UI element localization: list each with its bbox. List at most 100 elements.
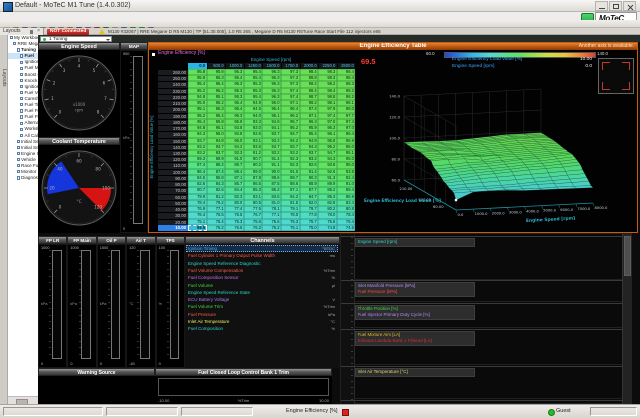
channel-row-engine-speed-reference-state[interactable]: Engine Speed Reference State [186, 289, 338, 296]
strip-channel-label-fuel-injector-primary-duty-cycle: Fuel Injector Primary Duty Cycle [%] [358, 312, 473, 318]
gauge-min-label-air-t: -40 [129, 362, 135, 366]
app-window: Default - MoTeC M1 Tune (1.4.0.302) File… [0, 0, 640, 418]
svg-text:8000.0: 8000.0 [595, 206, 609, 210]
cell-10-2000[interactable]: 75.0 [300, 225, 319, 231]
gauge-header-fp-main: FP Main [67, 236, 96, 244]
layouts-vertical-tab[interactable]: Layouts [1, 69, 7, 87]
gauge-bar-map[interactable] [133, 56, 142, 224]
cell-10-0[interactable]: 69.5 [188, 225, 207, 231]
tree-item-label: Worksheet [25, 126, 39, 131]
strip-channel-label-fuel-pressure-kpa: Fuel Pressure [kPa] [358, 289, 473, 295]
strip-labels-0: Engine Speed [rpm] [355, 238, 475, 247]
tree-item-label: All Calibrate [25, 133, 39, 138]
channel-name: Fuel Pressure [188, 311, 216, 318]
tree-item-label: Vehicle [21, 157, 36, 162]
gauge-bar-air-t[interactable] [140, 250, 150, 359]
tree-item-label: Fuel Film Primary [25, 108, 39, 113]
svg-text:rpm: rpm [75, 108, 83, 113]
graph-scrollbar-thumb[interactable] [624, 236, 631, 276]
gauge-bar-fp-main[interactable] [81, 250, 91, 359]
channel-row-fuel-composition-sensor[interactable]: Fuel Composition Sensor% [186, 274, 338, 281]
gauge-min-label-oil-p: 0 [100, 362, 102, 366]
strip-divider [341, 303, 623, 304]
gauge-max-label-map: 500 [123, 52, 129, 56]
channel-row-fuel-cylinder-1-primary-output-pulse-width[interactable]: Fuel Cylinder 1 Primary Output Pulse Wid… [186, 252, 338, 259]
strip-grid [354, 301, 622, 302]
gauge-unit-label-air-t: °C [129, 302, 133, 306]
gauge-header-tps: TPS [156, 236, 185, 244]
channels-panel-body: Ignition Timing°BTDCFuel Cylinder 1 Prim… [185, 244, 340, 368]
cell-10-1250[interactable]: 76.2 [244, 225, 263, 231]
workbook-status-icon [43, 38, 46, 41]
channel-row-fuel-volume[interactable]: Fuel Volumeµl [186, 282, 338, 289]
channel-row-fuel-composition[interactable]: Fuel Composition% [186, 325, 338, 332]
collapsed-panel-strip: Layouts [0, 35, 8, 404]
svg-text:3000.0: 3000.0 [509, 210, 523, 214]
tree-item-label: Boost Control [25, 72, 39, 77]
cell-10-500[interactable]: 76.2 [207, 225, 226, 231]
gauge-max-label-air-t: 120 [129, 246, 135, 250]
gauge-body-map: 5000kPa [120, 50, 148, 233]
tree-item-label: Fuel Mixture Aim [25, 65, 39, 70]
efficiency-surface-plot[interactable]: 140.0120.0100.080.060.00.01000.02000.030… [358, 70, 636, 230]
tree-item-diagnostics[interactable]: Diagnostics [8, 175, 38, 181]
row-header-10[interactable]: 10.00 [158, 225, 188, 231]
menu-bar: FileEditViewLayoutAddComponentOnlineTool… [0, 12, 640, 20]
channel-name: Fuel Composition [188, 325, 223, 332]
svg-text:60.00: 60.00 [433, 205, 444, 209]
tree-item-label: Engine Systems [21, 151, 38, 156]
channel-unit: %Trim [324, 267, 335, 274]
tree-item-icon [10, 36, 13, 39]
gauge-bar-tps[interactable] [170, 250, 180, 359]
graph-axis-strip [341, 234, 355, 405]
gauge-header-air-t: Air T [126, 236, 155, 244]
efficiency-table: Engine Efficiency [%]Engine Speed [rpm]E… [148, 50, 356, 233]
svg-text:x1000: x1000 [73, 102, 86, 107]
maximize-button[interactable] [609, 1, 622, 11]
tree-item-icon [20, 54, 23, 57]
gauge-unit-label-fp-lr: kPa [41, 302, 48, 306]
eff-table-panel-header[interactable]: Engine Efficiency Table Another axis is … [148, 42, 638, 50]
cell-10-1750[interactable]: 75.1 [281, 225, 300, 231]
minimize-icon [599, 8, 605, 9]
gauge-bar-fp-lr[interactable] [52, 250, 62, 359]
cell-10-2250[interactable]: 74.8 [318, 225, 337, 231]
close-button[interactable] [623, 1, 636, 11]
selected-cell-value: 69.5 [361, 57, 376, 66]
channel-row-fuel-volume-trim[interactable]: Fuel Volume Trim%Trim [186, 303, 338, 310]
engine-speed-gauge: 012345678x1000rpm [38, 50, 120, 137]
legend-min: 60.0 [426, 51, 435, 56]
connection-bar: Layouts × NOT Connected M130 #32067 | RR… [0, 28, 640, 35]
layouts-panel-tab[interactable]: Layouts × [0, 28, 44, 35]
time-graph-panel[interactable]: Engine Speed [rpm]Inlet Manifold Pressur… [340, 233, 632, 404]
channel-row-ignition-timing[interactable]: Ignition Timing°BTDC [186, 245, 338, 252]
tree-item-icon [20, 61, 23, 64]
channel-row-fuel-pressure[interactable]: Fuel PressurekPa [186, 311, 338, 318]
channel-name: Fuel Composition Sensor [188, 274, 239, 281]
graph-scrollbar[interactable] [622, 234, 631, 405]
gauge-ticks-fp-lr [49, 250, 51, 359]
channel-unit: %Trim [324, 303, 335, 310]
app-icon [3, 2, 13, 12]
workbook-selector[interactable]: 1 Tuning [40, 36, 112, 42]
cell-10-2500[interactable]: 74.6 [337, 225, 356, 231]
svg-text:°C: °C [76, 199, 81, 204]
channel-row-ecu-battery-voltage[interactable]: ECU Battery VoltageV [186, 296, 338, 303]
strip-divider [341, 329, 623, 330]
minimize-button[interactable] [595, 1, 608, 11]
channel-row-inlet-air-temperature[interactable]: Inlet Air Temperature°C [186, 318, 338, 325]
cell-10-1000[interactable]: 76.6 [225, 225, 244, 231]
channel-row-fuel-volume-compensation[interactable]: Fuel Volume Compensation%Trim [186, 267, 338, 274]
tree-scrollbar[interactable] [8, 396, 38, 404]
channel-unit: V [332, 296, 335, 303]
gauge-bar-oil-p[interactable] [111, 250, 121, 359]
efficiency-surface-area: 60.0 140.0 69.5 Engine Efficiency Load V… [356, 50, 638, 233]
user-icon [548, 409, 555, 416]
channel-row-engine-speed-reference-diagnostic[interactable]: Engine Speed Reference Diagnostic [186, 260, 338, 267]
channel-unit: °BTDC [323, 245, 336, 252]
pin-icon[interactable] [30, 30, 33, 34]
warning-panel-body [38, 376, 155, 404]
strip-divider [341, 400, 623, 401]
cell-10-1500[interactable]: 75.2 [262, 225, 281, 231]
panel-close-icon[interactable]: × [37, 28, 40, 35]
